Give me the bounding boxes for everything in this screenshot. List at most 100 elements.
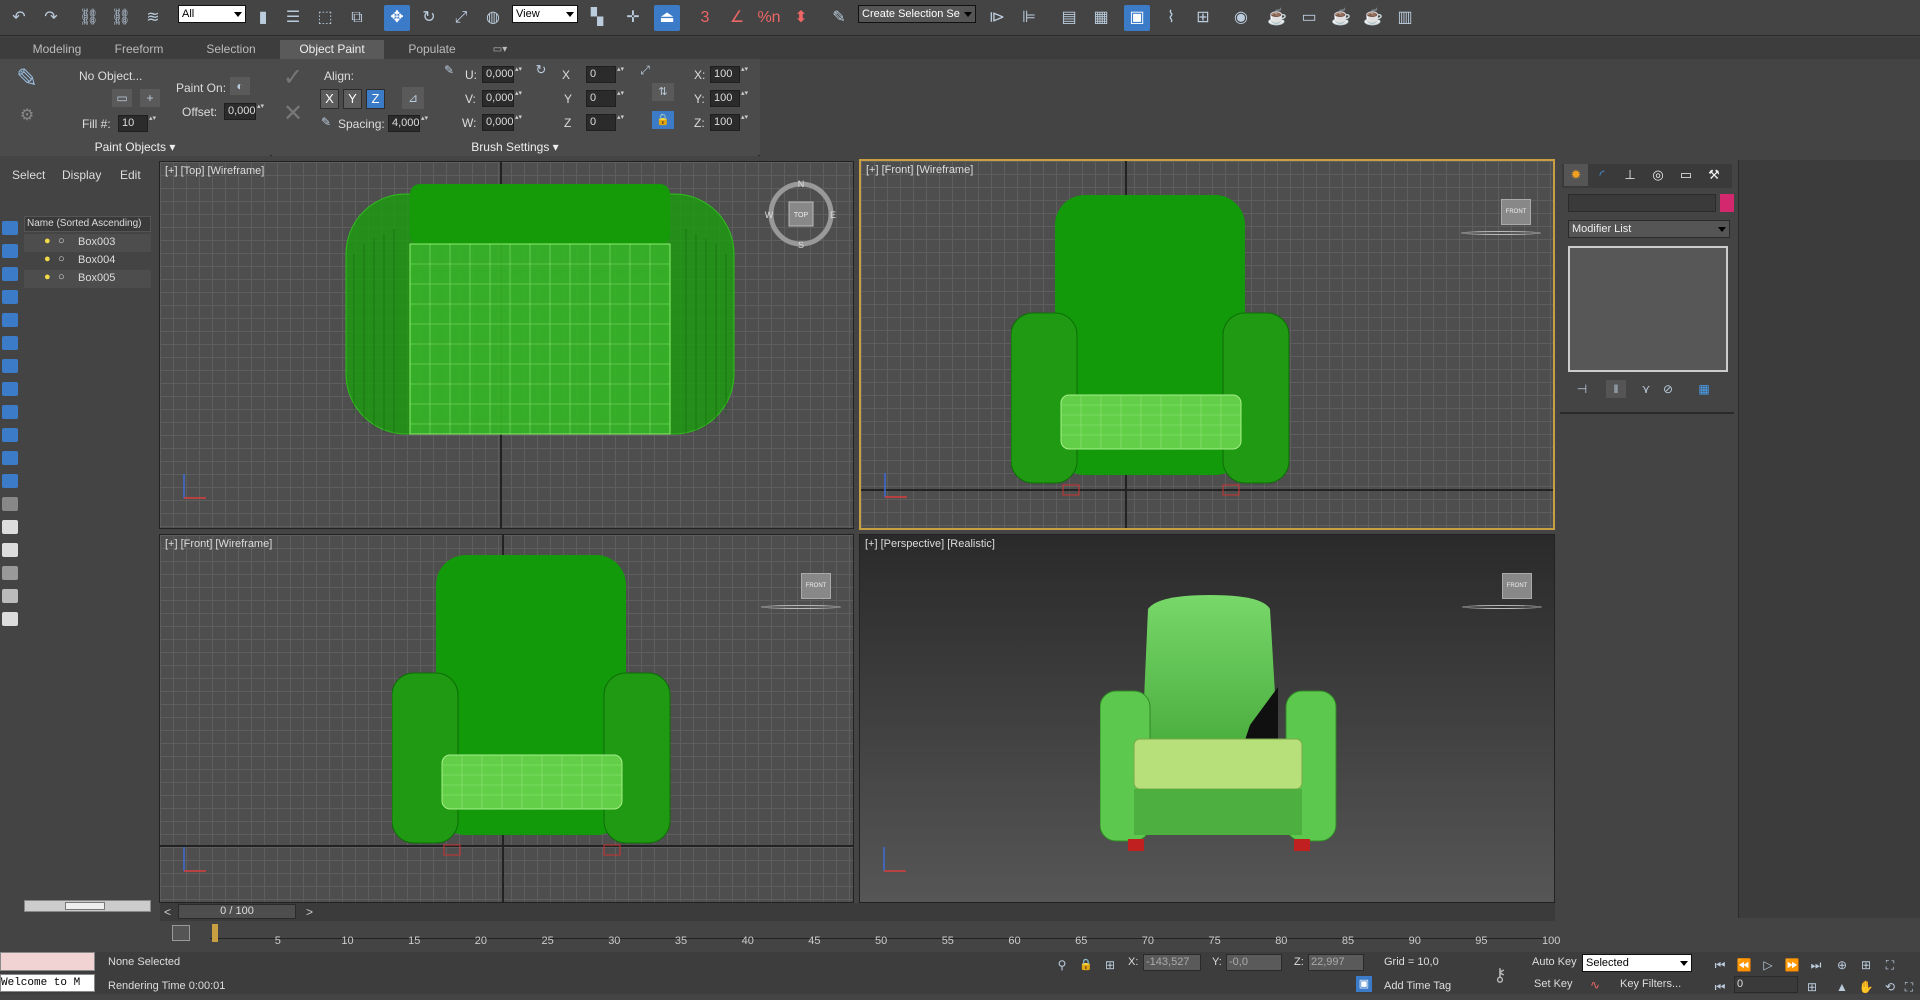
display-helpers-icon[interactable]: [2, 313, 18, 327]
keyboard-shortcut-override-icon[interactable]: ⏏: [654, 5, 680, 31]
render-sphere-icon[interactable]: ○: [58, 271, 65, 283]
list-item[interactable]: ● ○ Box003: [24, 234, 151, 252]
v-spinner[interactable]: 0,000: [482, 90, 523, 107]
light-bulb-icon[interactable]: ●: [44, 271, 51, 283]
object-color-swatch[interactable]: [1720, 194, 1734, 212]
unlink-icon[interactable]: ⛓: [108, 5, 134, 31]
time-tag-icon[interactable]: ▣: [1356, 976, 1372, 992]
place-icon[interactable]: ◍: [480, 5, 506, 31]
display-invert-icon[interactable]: [2, 543, 18, 557]
selection-lock-icon[interactable]: 🔒: [1078, 952, 1094, 978]
time-config-icon[interactable]: ⊞: [1802, 974, 1822, 1000]
offset-spinner[interactable]: 0,000: [224, 103, 265, 120]
paint-on-icon[interactable]: ◐: [230, 77, 250, 95]
scene-menu-display[interactable]: Display: [62, 168, 101, 182]
rotate-objects-icon[interactable]: ↻: [532, 57, 550, 83]
viewport-top[interactable]: [+] [Top] [Wireframe] TOP N S E W: [159, 161, 854, 529]
rendered-frame-icon[interactable]: ▭: [1296, 5, 1322, 31]
rx-spinner[interactable]: 0: [586, 66, 625, 83]
track-bar[interactable]: 5 10 15 20 25 30 35 40 45 50 55 60 65 70 75 80 85 90 95 100: [160, 921, 1560, 954]
remove-modifier-icon[interactable]: ⊘: [1658, 380, 1678, 398]
modifier-stack[interactable]: [1568, 246, 1728, 372]
link-icon[interactable]: ⛓: [76, 5, 102, 31]
rect-selection-icon[interactable]: ⬚: [312, 5, 338, 31]
view-cube-ring[interactable]: [1461, 231, 1541, 235]
spacing-spinner[interactable]: 4,000: [388, 115, 429, 132]
w-spinner[interactable]: 0,000: [482, 114, 523, 131]
angle-snap-icon[interactable]: ∠: [724, 5, 750, 31]
sx-spinner[interactable]: 100: [710, 66, 749, 83]
ribbon-toggle-icon[interactable]: ▣: [1124, 5, 1150, 31]
scale-uniform-icon[interactable]: 🔒: [652, 111, 674, 129]
flip-axis-icon[interactable]: ⊿: [402, 87, 424, 109]
display-geometry-icon[interactable]: [2, 221, 18, 235]
select-by-name-icon[interactable]: ☰: [280, 5, 306, 31]
compass-icon[interactable]: TOP N S E W: [765, 178, 837, 250]
key-mode-dropdown[interactable]: Selected: [1582, 954, 1692, 972]
align-z-button[interactable]: Z: [366, 89, 385, 109]
render-sphere-icon[interactable]: ○: [58, 253, 65, 265]
view-cube[interactable]: FRONT: [801, 573, 831, 599]
motion-tab-icon[interactable]: ◎: [1646, 164, 1670, 186]
create-tab-icon[interactable]: ✹: [1564, 164, 1588, 186]
frame-counter[interactable]: 0 / 100: [178, 904, 296, 919]
scene-horizontal-scrollbar[interactable]: [24, 900, 151, 912]
next-frame-arrow[interactable]: >: [306, 905, 313, 919]
align-icon[interactable]: ⊫: [1016, 5, 1042, 31]
render-sphere-icon[interactable]: ○: [58, 235, 65, 247]
filter-icon[interactable]: [2, 566, 18, 580]
scale-icon[interactable]: ⤢: [448, 5, 474, 31]
maxscript-listener[interactable]: [0, 952, 95, 971]
cancel-x-icon[interactable]: ✕: [278, 101, 308, 131]
rotate-icon[interactable]: ↻: [416, 5, 442, 31]
scale-objects-icon[interactable]: ⤢: [636, 57, 654, 83]
time-slider[interactable]: < 0 / 100 >: [160, 903, 1555, 921]
display-frozen-icon[interactable]: [2, 451, 18, 465]
render-activeshade-icon[interactable]: ▥: [1392, 5, 1418, 31]
orbit-icon[interactable]: ⟲: [1880, 974, 1900, 1000]
display-lights-icon[interactable]: [2, 267, 18, 281]
schematic-view-icon[interactable]: ⊞: [1190, 5, 1216, 31]
scrollbar-thumb[interactable]: [65, 902, 105, 910]
tab-modeling[interactable]: Modeling: [18, 40, 96, 59]
display-groups-icon[interactable]: [2, 359, 18, 373]
viewport-front-label[interactable]: [+] [Front] [Wireframe]: [866, 164, 973, 176]
edit-named-selection-icon[interactable]: ✎: [826, 5, 852, 31]
tab-selection[interactable]: Selection: [192, 40, 270, 59]
key-icon[interactable]: ⚷: [1486, 962, 1514, 988]
bind-spacewarp-icon[interactable]: ≋: [140, 5, 166, 31]
display-bones-icon[interactable]: [2, 405, 18, 419]
list-item[interactable]: ● ○ Box004: [24, 252, 151, 270]
align-y-button[interactable]: Y: [343, 89, 362, 109]
display-all-icon[interactable]: [2, 497, 18, 511]
select-object-icon[interactable]: ▮: [250, 5, 276, 31]
maxscript-output[interactable]: Welcome to M: [0, 974, 95, 992]
display-containers-icon[interactable]: [2, 428, 18, 442]
layer-manager-icon[interactable]: ▤: [1056, 5, 1082, 31]
show-end-result-icon[interactable]: ‖: [1606, 380, 1626, 398]
key-filters-button[interactable]: Key Filters...: [1620, 978, 1681, 990]
y-coordinate-field[interactable]: -0,0: [1226, 954, 1282, 971]
utilities-tab-icon[interactable]: ⚒: [1702, 164, 1726, 186]
move-icon[interactable]: ✥: [384, 5, 410, 31]
display-cameras-icon[interactable]: [2, 290, 18, 304]
object-name-field[interactable]: [1568, 194, 1716, 212]
paint-brush-icon[interactable]: ✎: [10, 65, 44, 99]
x-coordinate-field[interactable]: -143,527: [1143, 954, 1201, 971]
tab-object-paint[interactable]: Object Paint: [280, 40, 384, 59]
paint-objects-group-header[interactable]: Paint Objects ▾: [0, 139, 270, 156]
scale-lock-icon[interactable]: ⇅: [652, 83, 674, 101]
viewport-top-label[interactable]: [+] [Top] [Wireframe]: [165, 165, 264, 177]
configure-modifier-sets-icon[interactable]: ▦: [1694, 380, 1714, 398]
light-bulb-icon[interactable]: ●: [44, 235, 51, 247]
hierarchy-icon[interactable]: [2, 589, 18, 603]
display-none-icon[interactable]: [2, 520, 18, 534]
fill-count-spinner[interactable]: 10: [118, 115, 157, 132]
display-tab-icon[interactable]: ▭: [1674, 164, 1698, 186]
current-frame-field[interactable]: 0: [1734, 976, 1798, 993]
tab-freeform[interactable]: Freeform: [100, 40, 178, 59]
selection-filter-dropdown[interactable]: All: [178, 5, 246, 23]
window-crossing-icon[interactable]: ⧉: [344, 5, 370, 31]
viewport-front2-label[interactable]: [+] [Front] [Wireframe]: [165, 538, 272, 550]
commit-checkmark-icon[interactable]: ✓: [278, 65, 308, 95]
